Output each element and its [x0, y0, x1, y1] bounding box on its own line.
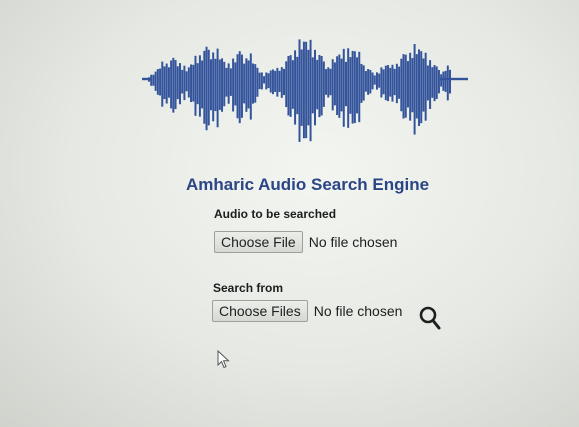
- mouse-pointer-icon: [217, 350, 230, 369]
- page-title: Amharic Audio Search Engine: [186, 175, 430, 194]
- choose-file-button[interactable]: Choose File: [214, 231, 303, 253]
- search-files-input[interactable]: Choose Files No file chosen: [212, 300, 402, 322]
- audio-file-status: No file chosen: [308, 234, 398, 250]
- audio-to-search-label: Audio to be searched: [214, 207, 337, 221]
- choose-files-button[interactable]: Choose Files: [212, 300, 308, 322]
- search-icon[interactable]: [418, 305, 442, 331]
- search-from-label: Search from: [213, 281, 284, 295]
- search-files-status: No file chosen: [313, 303, 403, 319]
- audio-file-input[interactable]: Choose File No file chosen: [214, 231, 397, 253]
- audio-waveform-icon: [142, 39, 468, 142]
